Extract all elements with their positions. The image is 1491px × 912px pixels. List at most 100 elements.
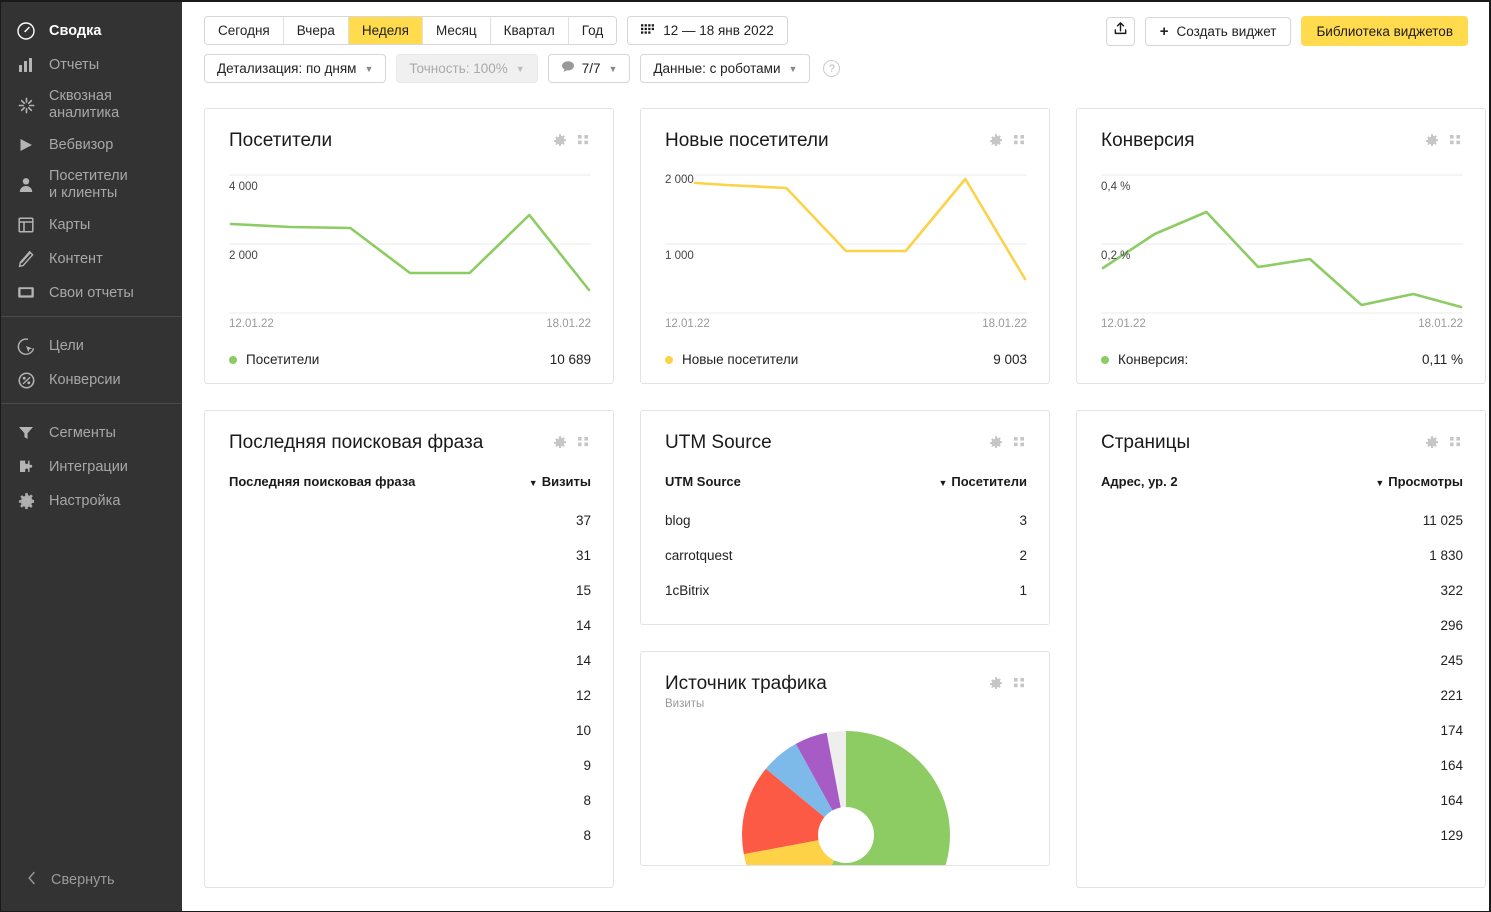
- date-range-picker[interactable]: 12 — 18 янв 2022: [627, 16, 788, 45]
- row-value: 129: [1270, 818, 1463, 853]
- question-mark-icon[interactable]: ?: [823, 60, 840, 77]
- table-row[interactable]: 8: [229, 783, 591, 818]
- sidebar-item-content[interactable]: Контент: [1, 242, 182, 276]
- row-label: carrotquest: [665, 538, 832, 573]
- sidebar-item-setup[interactable]: Настройка: [1, 484, 182, 518]
- row-label: [1101, 538, 1270, 573]
- col-header-visitors[interactable]: ▼Посетители: [832, 474, 1027, 503]
- table-row[interactable]: 164: [1101, 748, 1463, 783]
- period-quarter[interactable]: Квартал: [491, 17, 569, 44]
- row-value: 2: [832, 538, 1027, 573]
- person-icon: [15, 174, 37, 196]
- table-row[interactable]: carrotquest2: [665, 538, 1027, 573]
- sidebar-item-integrations[interactable]: Интеграции: [1, 450, 182, 484]
- period-year[interactable]: Год: [569, 17, 617, 44]
- gear-icon[interactable]: [552, 133, 568, 154]
- data-mode-dropdown[interactable]: Данные: с роботами ▼: [640, 54, 810, 83]
- drag-handle-icon[interactable]: [1013, 677, 1027, 696]
- comment-bubble-icon: [561, 60, 575, 77]
- period-month[interactable]: Месяц: [423, 17, 491, 44]
- accuracy-dropdown[interactable]: Точность: 100% ▼: [396, 54, 537, 83]
- table-row[interactable]: 9: [229, 748, 591, 783]
- gear-icon[interactable]: [552, 435, 568, 456]
- new-visitors-line-chart: [665, 168, 1027, 314]
- detail-dropdown[interactable]: Детализация: по дням ▼: [204, 54, 386, 83]
- widget-title: Страницы: [1101, 431, 1190, 455]
- col-header-utm[interactable]: UTM Source: [665, 474, 832, 503]
- table-row[interactable]: blog3: [665, 503, 1027, 538]
- widget-tools: [1424, 129, 1463, 154]
- sidebar-item-end-to-end-analytics[interactable]: Сквозная аналитика: [1, 82, 182, 128]
- gear-icon[interactable]: [1424, 435, 1440, 456]
- widget-subtitle: Визиты: [665, 698, 827, 710]
- table-row[interactable]: 1 830: [1101, 538, 1463, 573]
- col-header-visits[interactable]: ▼Визиты: [500, 474, 591, 503]
- sidebar-collapse-button[interactable]: Свернуть: [1, 857, 182, 911]
- sidebar-item-reports[interactable]: Отчеты: [1, 48, 182, 82]
- sidebar-item-segments[interactable]: Сегменты: [1, 416, 182, 450]
- row-label: [229, 643, 500, 678]
- table-row[interactable]: 129: [1101, 818, 1463, 853]
- table-row[interactable]: 15: [229, 573, 591, 608]
- widget-legend: Конверсия: 0,11 %: [1101, 352, 1463, 367]
- table-row[interactable]: 12: [229, 678, 591, 713]
- table-row[interactable]: 14: [229, 643, 591, 678]
- drag-handle-icon[interactable]: [1449, 436, 1463, 455]
- row-label: [1101, 818, 1270, 853]
- comments-count: 7/7: [582, 61, 601, 76]
- sidebar-item-webvisor[interactable]: Вебвизор: [1, 128, 182, 162]
- gear-icon[interactable]: [988, 435, 1004, 456]
- sidebar-item-summary[interactable]: Сводка: [1, 14, 182, 48]
- widget-title: Посетители: [229, 129, 332, 153]
- sidebar-item-label: Контент: [49, 251, 103, 268]
- table-row[interactable]: 14: [229, 608, 591, 643]
- table-row[interactable]: 296: [1101, 608, 1463, 643]
- gear-icon[interactable]: [988, 676, 1004, 697]
- legend-value: 9 003: [993, 352, 1027, 367]
- y-tick-mid: 0,2 %: [1101, 250, 1130, 262]
- sidebar-item-visitors-and-clients[interactable]: Посетители и клиенты: [1, 162, 182, 208]
- row-value: 174: [1270, 713, 1463, 748]
- drag-handle-icon[interactable]: [577, 436, 591, 455]
- drag-handle-icon[interactable]: [577, 134, 591, 153]
- widget-header: Страницы: [1101, 431, 1463, 456]
- chevron-down-icon: ▼: [364, 64, 373, 74]
- create-widget-label: Создать виджет: [1177, 24, 1277, 39]
- create-widget-button[interactable]: + Создать виджет: [1145, 17, 1292, 46]
- table-row[interactable]: 245: [1101, 643, 1463, 678]
- table-row[interactable]: 1cBitrix1: [665, 573, 1027, 608]
- gear-icon[interactable]: [1424, 133, 1440, 154]
- sidebar-item-my-reports[interactable]: Свои отчеты: [1, 276, 182, 310]
- calendar-grid-icon: [641, 23, 654, 39]
- widget-library-button[interactable]: Библиотека виджетов: [1301, 16, 1468, 46]
- pencil-icon: [15, 248, 37, 270]
- period-week[interactable]: Неделя: [349, 17, 423, 44]
- table-row[interactable]: 37: [229, 503, 591, 538]
- sidebar-item-conversions[interactable]: Конверсии: [1, 363, 182, 397]
- drag-handle-icon[interactable]: [1013, 436, 1027, 455]
- sidebar-item-maps[interactable]: Карты: [1, 208, 182, 242]
- export-button[interactable]: [1106, 17, 1135, 46]
- table-row[interactable]: 8: [229, 818, 591, 853]
- table-row[interactable]: 221: [1101, 678, 1463, 713]
- col-header-address[interactable]: Адрес, ур. 2: [1101, 474, 1270, 503]
- drag-handle-icon[interactable]: [1449, 134, 1463, 153]
- row-label: [229, 608, 500, 643]
- gear-icon[interactable]: [988, 133, 1004, 154]
- sidebar-item-goals[interactable]: Цели: [1, 329, 182, 363]
- legend-color-dot: [229, 356, 237, 364]
- table-row[interactable]: 322: [1101, 573, 1463, 608]
- table-row[interactable]: 11 025: [1101, 503, 1463, 538]
- period-yesterday[interactable]: Вчера: [284, 17, 349, 44]
- col-header-views[interactable]: ▼Просмотры: [1270, 474, 1463, 503]
- table-row[interactable]: 164: [1101, 783, 1463, 818]
- table-row[interactable]: 174: [1101, 713, 1463, 748]
- period-today[interactable]: Сегодня: [205, 17, 284, 44]
- widget-title: UTM Source: [665, 431, 772, 455]
- col-header-phrase[interactable]: Последняя поисковая фраза: [229, 474, 500, 503]
- traffic-source-donut: [665, 726, 1027, 866]
- table-row[interactable]: 31: [229, 538, 591, 573]
- drag-handle-icon[interactable]: [1013, 134, 1027, 153]
- table-row[interactable]: 10: [229, 713, 591, 748]
- comments-dropdown[interactable]: 7/7 ▼: [548, 54, 631, 83]
